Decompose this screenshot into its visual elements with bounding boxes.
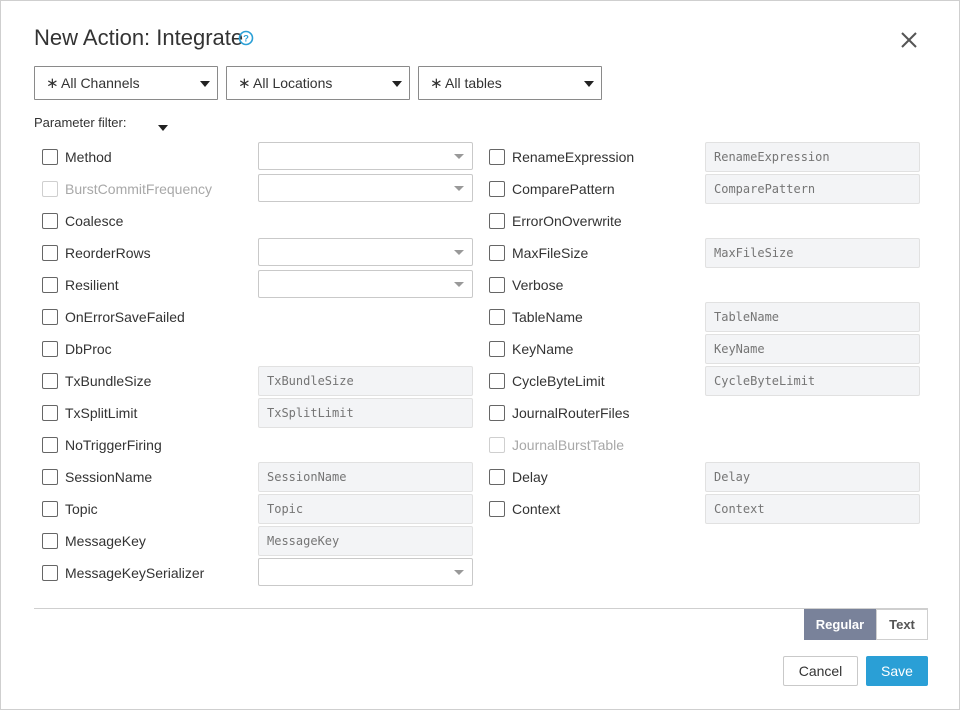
param-label-burst-commit-frequency: BurstCommitFrequency <box>65 181 213 197</box>
new-action-dialog: New Action: Integrate ? ∗ All Channels ∗… <box>0 0 960 710</box>
input-message-key[interactable] <box>258 526 473 556</box>
param-label-journal-burst-table: JournalBurstTable <box>512 437 625 453</box>
param-label-table-name: TableName <box>512 309 583 325</box>
checkbox-no-trigger-firing[interactable] <box>42 437 58 453</box>
param-label-rename-expression: RenameExpression <box>512 149 635 165</box>
help-circle-icon[interactable]: ? <box>238 30 254 46</box>
checkbox-max-file-size[interactable] <box>489 245 505 261</box>
checkbox-table-name[interactable] <box>489 309 505 325</box>
select-reorder-rows[interactable] <box>258 238 473 266</box>
locations-dropdown[interactable]: ∗ All Locations <box>226 66 410 100</box>
select-burst-commit-frequency[interactable] <box>258 174 473 202</box>
caret-down-icon <box>200 81 210 87</box>
input-table-name[interactable] <box>705 302 920 332</box>
param-label-message-key-serializer: MessageKeySerializer <box>65 565 205 581</box>
checkbox-compare-pattern[interactable] <box>489 181 505 197</box>
param-label-session-name: SessionName <box>65 469 153 485</box>
checkbox-delay[interactable] <box>489 469 505 485</box>
input-cycle-byte-limit[interactable] <box>705 366 920 396</box>
param-label-db-proc: DbProc <box>65 341 112 357</box>
caret-down-icon <box>454 282 464 287</box>
param-label-max-file-size: MaxFileSize <box>512 245 589 261</box>
param-label-delay: Delay <box>512 469 548 485</box>
footer-divider <box>34 608 928 609</box>
parameter-filter-label: Parameter filter: <box>34 115 127 130</box>
param-label-topic: Topic <box>65 501 98 517</box>
input-compare-pattern[interactable] <box>705 174 920 204</box>
param-label-tx-split-limit: TxSplitLimit <box>65 405 138 421</box>
param-label-cycle-byte-limit: CycleByteLimit <box>512 373 605 389</box>
input-context[interactable] <box>705 494 920 524</box>
checkbox-rename-expression[interactable] <box>489 149 505 165</box>
input-rename-expression[interactable] <box>705 142 920 172</box>
svg-text:?: ? <box>243 34 249 45</box>
checkbox-error-on-overwrite[interactable] <box>489 213 505 229</box>
caret-down-icon <box>584 81 594 87</box>
input-topic[interactable] <box>258 494 473 524</box>
locations-dropdown-label: All Locations <box>253 75 333 91</box>
checkbox-reorder-rows[interactable] <box>42 245 58 261</box>
mode-text-button[interactable]: Text <box>876 609 928 640</box>
param-label-tx-bundle-size: TxBundleSize <box>65 373 152 389</box>
param-label-reorder-rows: ReorderRows <box>65 245 151 261</box>
param-label-journal-router-files: JournalRouterFiles <box>512 405 630 421</box>
checkbox-burst-commit-frequency <box>42 181 58 197</box>
param-label-error-on-overwrite: ErrorOnOverwrite <box>512 213 622 229</box>
checkbox-tx-split-limit[interactable] <box>42 405 58 421</box>
checkbox-message-key[interactable] <box>42 533 58 549</box>
checkbox-journal-router-files[interactable] <box>489 405 505 421</box>
param-label-context: Context <box>512 501 561 517</box>
save-button[interactable]: Save <box>866 656 928 686</box>
checkbox-coalesce[interactable] <box>42 213 58 229</box>
checkbox-session-name[interactable] <box>42 469 58 485</box>
param-label-no-trigger-firing: NoTriggerFiring <box>65 437 162 453</box>
tables-dropdown[interactable]: ∗ All tables <box>418 66 602 100</box>
parameter-filter-toggle-icon[interactable] <box>158 125 168 131</box>
input-tx-split-limit[interactable] <box>258 398 473 428</box>
caret-down-icon <box>454 186 464 191</box>
checkbox-on-error-save-failed[interactable] <box>42 309 58 325</box>
select-resilient[interactable] <box>258 270 473 298</box>
checkbox-method[interactable] <box>42 149 58 165</box>
param-label-method: Method <box>65 149 112 165</box>
caret-down-icon <box>454 154 464 159</box>
input-tx-bundle-size[interactable] <box>258 366 473 396</box>
cancel-button[interactable]: Cancel <box>783 656 858 686</box>
mode-regular-button[interactable]: Regular <box>804 609 876 640</box>
close-icon[interactable] <box>898 29 920 51</box>
param-label-on-error-save-failed: OnErrorSaveFailed <box>65 309 185 325</box>
param-label-coalesce: Coalesce <box>65 213 124 229</box>
checkbox-key-name[interactable] <box>489 341 505 357</box>
channels-dropdown-label: All Channels <box>61 75 140 91</box>
param-label-compare-pattern: ComparePattern <box>512 181 615 197</box>
checkbox-message-key-serializer[interactable] <box>42 565 58 581</box>
caret-down-icon <box>454 250 464 255</box>
select-message-key-serializer[interactable] <box>258 558 473 586</box>
checkbox-resilient[interactable] <box>42 277 58 293</box>
asterisk-icon: ∗ <box>46 75 59 92</box>
input-session-name[interactable] <box>258 462 473 492</box>
checkbox-cycle-byte-limit[interactable] <box>489 373 505 389</box>
caret-down-icon <box>392 81 402 87</box>
channels-dropdown[interactable]: ∗ All Channels <box>34 66 218 100</box>
checkbox-journal-burst-table <box>489 437 505 453</box>
param-label-verbose: Verbose <box>512 277 564 293</box>
asterisk-icon: ∗ <box>430 75 443 92</box>
input-key-name[interactable] <box>705 334 920 364</box>
caret-down-icon <box>454 570 464 575</box>
checkbox-topic[interactable] <box>42 501 58 517</box>
checkbox-verbose[interactable] <box>489 277 505 293</box>
tables-dropdown-label: All tables <box>445 75 502 91</box>
input-delay[interactable] <box>705 462 920 492</box>
asterisk-icon: ∗ <box>238 75 251 92</box>
param-label-message-key: MessageKey <box>65 533 146 549</box>
dialog-title: New Action: Integrate <box>34 25 244 50</box>
param-label-key-name: KeyName <box>512 341 574 357</box>
input-max-file-size[interactable] <box>705 238 920 268</box>
select-method[interactable] <box>258 142 473 170</box>
checkbox-context[interactable] <box>489 501 505 517</box>
checkbox-tx-bundle-size[interactable] <box>42 373 58 389</box>
param-label-resilient: Resilient <box>65 277 119 293</box>
checkbox-db-proc[interactable] <box>42 341 58 357</box>
